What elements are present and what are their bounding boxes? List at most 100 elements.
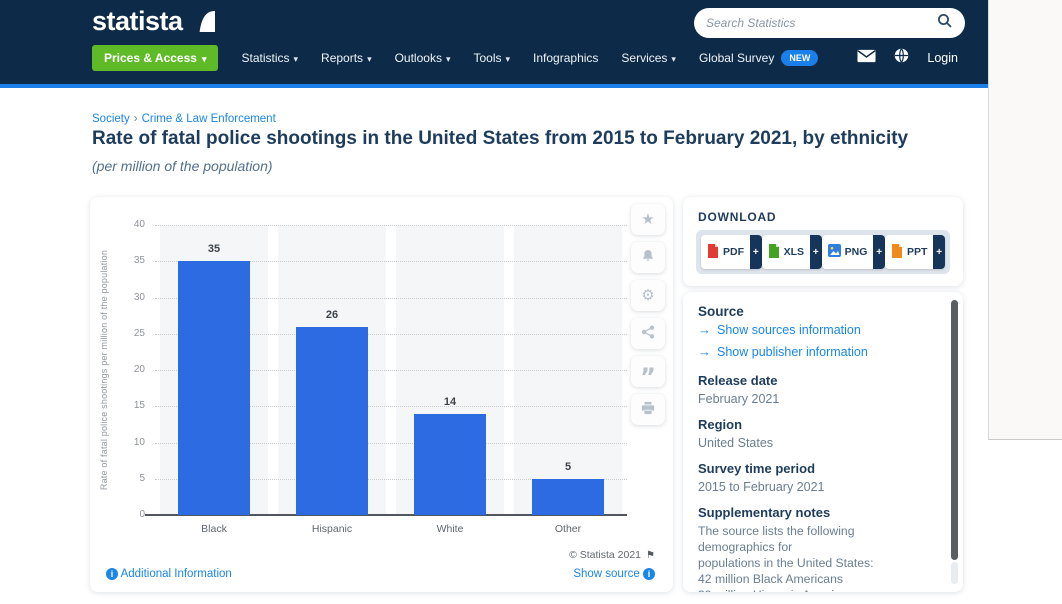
y-axis-title: Rate of fatal police shootings per milli… [99, 250, 109, 490]
region-heading: Region [698, 417, 928, 433]
chevron-down-icon: ▾ [202, 54, 207, 64]
chevron-down-icon: ▾ [671, 54, 676, 64]
alert-bell-button[interactable] [631, 242, 665, 273]
plus-icon: + [873, 235, 885, 269]
xls-file-icon [768, 244, 780, 261]
nav-statistics[interactable]: Statistics▾ [241, 51, 298, 65]
survey-period-value: 2015 to February 2021 [698, 479, 928, 495]
x-axis-label: Hispanic [273, 523, 391, 535]
top-navigation-bar: statista Prices & Access▾ Statistics▾ Re… [0, 0, 988, 84]
print-button[interactable] [631, 394, 665, 425]
bar-white [414, 414, 486, 516]
cite-button[interactable]: ” [631, 356, 665, 387]
search-input[interactable] [706, 16, 937, 30]
chart-tool-column: ★ ⚙ ” [631, 204, 665, 425]
breadcrumb-society[interactable]: Society [92, 113, 130, 125]
nav-reports[interactable]: Reports▾ [321, 51, 372, 65]
show-source-link[interactable]: Show source i [573, 568, 655, 580]
additional-information-link[interactable]: i Additional Information [106, 568, 232, 580]
nav-global-survey[interactable]: Global SurveyNEW [699, 51, 818, 65]
supplementary-notes-text: The source lists the following demograph… [698, 523, 928, 592]
download-pdf-button[interactable]: PDF + [701, 235, 762, 269]
download-xls-button[interactable]: XLS + [762, 235, 822, 269]
globe-icon[interactable] [894, 48, 909, 68]
info-icon: i [106, 568, 118, 580]
bell-icon [641, 249, 655, 266]
y-tick-label: 5 [109, 473, 145, 484]
x-axis-label: White [391, 523, 509, 535]
png-image-icon [828, 244, 841, 260]
y-tick-label: 0 [109, 509, 145, 520]
bar-value-label: 5 [509, 461, 627, 473]
source-section-title: Source [698, 304, 928, 319]
source-scrollbar-thumb[interactable] [951, 300, 958, 560]
show-publisher-information-link[interactable]: →Show publisher information [698, 341, 928, 363]
gridline [155, 225, 627, 226]
x-axis-label: Other [509, 523, 627, 535]
plus-icon: + [933, 235, 945, 269]
x-axis-label: Black [155, 523, 273, 535]
survey-period-heading: Survey time period [698, 461, 928, 477]
pdf-file-icon [707, 244, 719, 261]
header-utility-links: Login [857, 48, 958, 68]
download-card: DOWNLOAD PDF + XLS + PNG + PPT + [683, 197, 963, 286]
settings-button[interactable]: ⚙ [631, 280, 665, 311]
y-tick-label: 35 [109, 255, 145, 266]
download-ppt-button[interactable]: PPT + [885, 235, 945, 269]
breadcrumb-crime-law[interactable]: Crime & Law Enforcement [142, 113, 276, 125]
info-icon: i [643, 568, 655, 580]
share-icon [641, 325, 655, 342]
arrow-right-icon: → [698, 319, 711, 341]
bar-value-label: 26 [273, 309, 391, 321]
main-navigation: Prices & Access▾ Statistics▾ Reports▾ Ou… [92, 45, 818, 71]
ppt-file-icon [891, 244, 903, 261]
bar-hispanic [296, 327, 368, 516]
gear-icon: ⚙ [641, 288, 654, 303]
prices-access-button[interactable]: Prices & Access▾ [92, 45, 218, 71]
source-info-card: Source →Show sources information →Show p… [683, 292, 963, 592]
y-tick-label: 40 [109, 219, 145, 230]
bar-black [178, 261, 250, 515]
search-icon[interactable] [937, 13, 953, 34]
bar-other [532, 479, 604, 515]
release-date-value: February 2021 [698, 391, 928, 407]
nav-tools[interactable]: Tools▾ [473, 51, 510, 65]
new-badge: NEW [781, 50, 818, 66]
nav-outlooks[interactable]: Outlooks▾ [395, 51, 451, 65]
share-button[interactable] [631, 318, 665, 349]
region-value: United States [698, 435, 928, 451]
bar-value-label: 14 [391, 396, 509, 408]
statista-statistic-page: statista Prices & Access▾ Statistics▾ Re… [0, 0, 1062, 604]
statista-logo-icon [190, 7, 215, 37]
download-png-button[interactable]: PNG + [822, 235, 885, 269]
breadcrumb-separator: › [134, 113, 138, 125]
y-tick-label: 15 [109, 400, 145, 411]
y-tick-label: 20 [109, 364, 145, 375]
page-title: Rate of fatal police shootings in the Un… [92, 128, 982, 150]
page-subtitle: (per million of the population) [92, 158, 273, 174]
header-accent-bar [0, 84, 988, 88]
search-bar[interactable] [694, 8, 965, 38]
chart-card: Rate of fatal police shootings per milli… [90, 197, 673, 592]
nav-infographics[interactable]: Infographics [533, 51, 598, 65]
breadcrumb: Society › Crime & Law Enforcement [92, 113, 276, 125]
plus-icon: + [750, 235, 762, 269]
chevron-down-icon: ▾ [367, 54, 372, 64]
show-sources-information-link[interactable]: →Show sources information [698, 319, 928, 341]
statista-logo[interactable]: statista [92, 6, 215, 37]
star-icon: ★ [641, 212, 654, 227]
y-tick-label: 10 [109, 437, 145, 448]
printer-icon [641, 401, 655, 418]
login-link[interactable]: Login [927, 51, 958, 65]
flag-icon[interactable]: ⚑ [646, 550, 655, 561]
nav-services[interactable]: Services▾ [621, 51, 676, 65]
release-date-heading: Release date [698, 373, 928, 389]
favorite-star-button[interactable]: ★ [631, 204, 665, 235]
plus-icon: + [810, 235, 822, 269]
mail-icon[interactable] [857, 49, 876, 68]
chevron-down-icon: ▾ [294, 54, 299, 64]
arrow-right-icon: → [698, 341, 711, 363]
plot-area: 051015202530354035Black26Hispanic14White… [155, 225, 627, 515]
source-scrollbar-track [951, 562, 958, 584]
statista-logo-text: statista [92, 6, 183, 37]
